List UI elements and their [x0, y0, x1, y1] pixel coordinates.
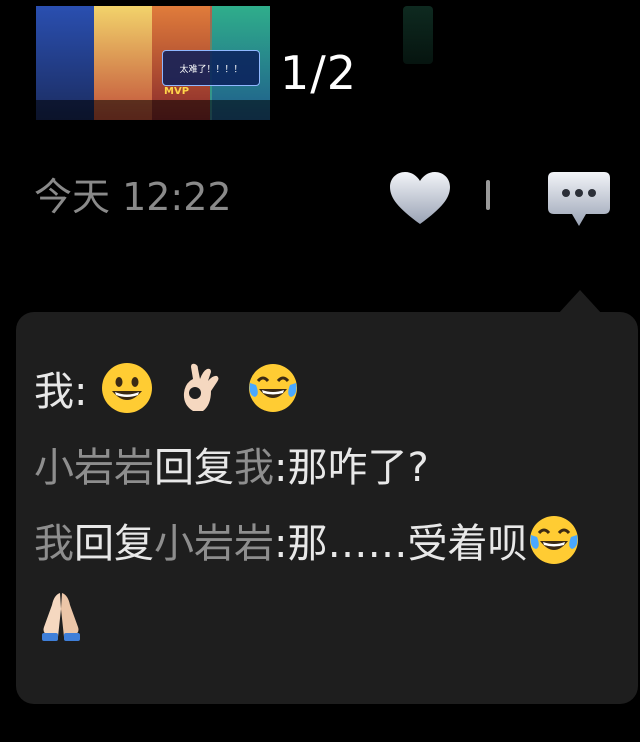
comment-text: 那咋了? — [287, 445, 429, 491]
thumbnail-banner: 太难了！！！！ — [162, 50, 260, 86]
comment-item[interactable]: 我回复小岩岩:那……受着呗 — [34, 506, 624, 658]
folded-hands-icon — [42, 593, 80, 641]
reply-verb: 回复 — [74, 521, 154, 567]
comment-item[interactable]: 我: — [34, 354, 624, 430]
panel-pointer — [558, 290, 602, 314]
comment-separator: : — [274, 445, 288, 491]
timestamp: 今天 12:22 — [34, 175, 232, 219]
post-thumbnail[interactable]: 太难了！！！！ MVP — [36, 6, 270, 120]
grinning-face-icon — [102, 363, 153, 413]
comment-list: 我: 小岩岩回复我:那咋了? 我回复小岩岩:那……受着呗 — [34, 354, 624, 658]
reply-verb: 回复 — [154, 445, 234, 491]
reply-target[interactable]: 小岩岩 — [154, 521, 274, 567]
comment-author[interactable]: 小岩岩 — [34, 445, 154, 491]
heart-icon[interactable] — [388, 170, 452, 226]
comment-author[interactable]: 我 — [34, 369, 74, 415]
comment-bubble-icon[interactable] — [546, 170, 612, 230]
reply-target[interactable]: 我 — [234, 445, 274, 491]
tears-of-joy-icon — [530, 516, 579, 564]
comment-separator: : — [74, 369, 88, 415]
tears-of-joy-icon — [248, 364, 297, 412]
mvp-badge: MVP — [164, 86, 190, 97]
thumbnail-bottom-bar — [36, 100, 270, 120]
ok-hand-icon — [183, 363, 219, 411]
page-counter: 1/2 — [280, 46, 358, 100]
comment-item[interactable]: 小岩岩回复我:那咋了? — [34, 430, 624, 506]
action-divider — [486, 180, 490, 210]
comment-text: 那……受着呗 — [287, 521, 528, 567]
second-thumbnail-edge[interactable] — [403, 6, 433, 64]
comment-author[interactable]: 我 — [34, 521, 74, 567]
comment-separator: : — [274, 521, 288, 567]
